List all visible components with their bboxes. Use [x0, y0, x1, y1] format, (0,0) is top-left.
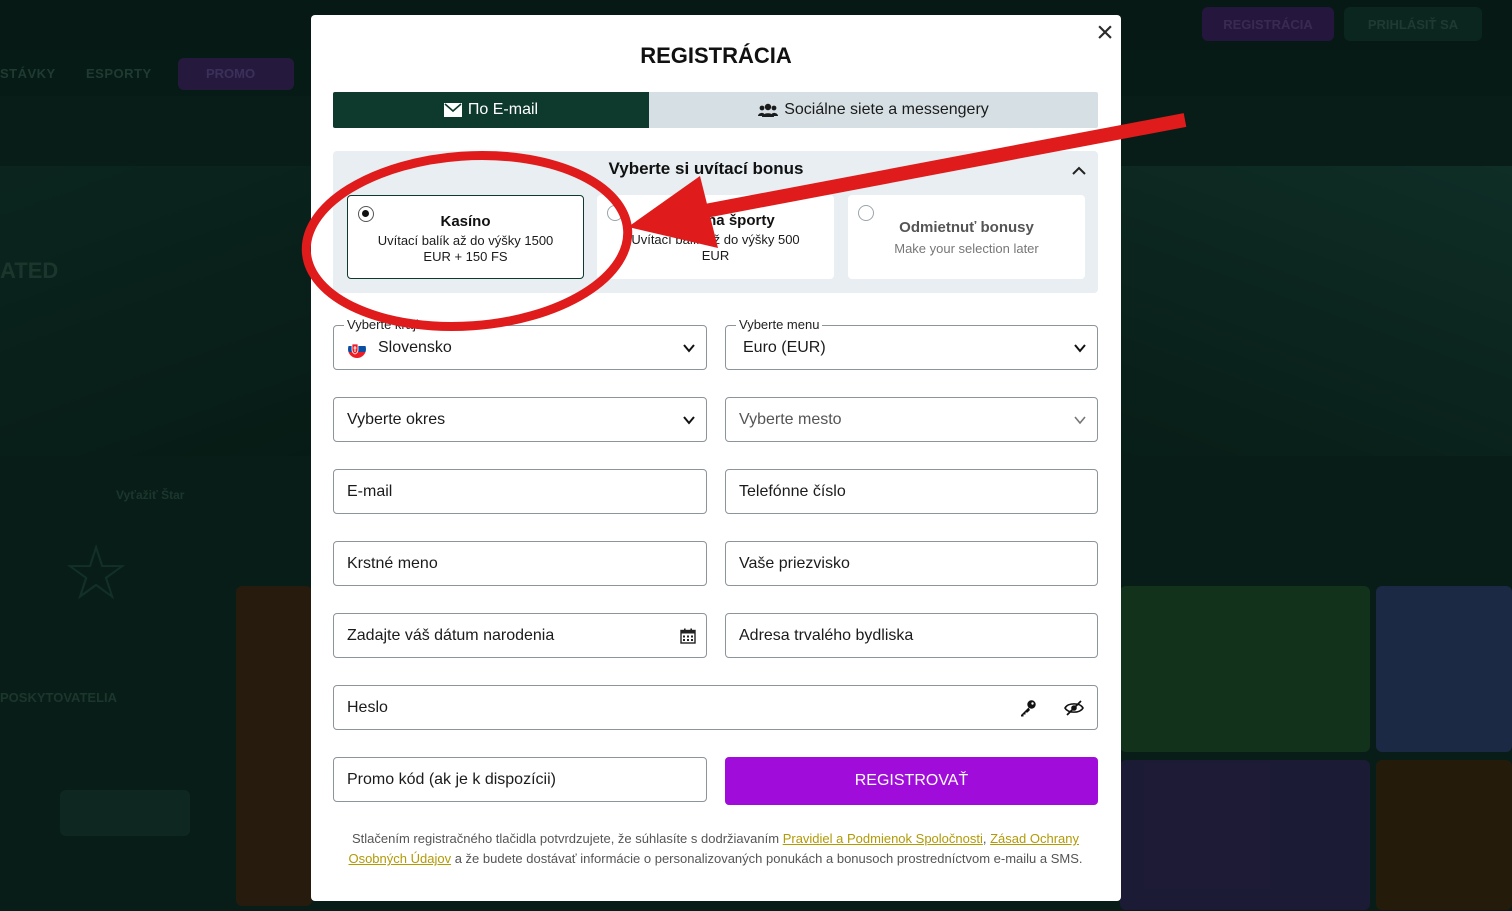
key-icon[interactable] — [1019, 699, 1037, 717]
last-name-placeholder: Vaše priezvisko — [739, 555, 850, 572]
envelope-icon — [443, 103, 462, 117]
registration-modal: × REGISTRÁCIA По E-mail Sociálne siete a… — [311, 15, 1121, 901]
bonus-option-casino[interactable]: Kasíno Uvítací balík až do výšky 1500 EU… — [347, 195, 584, 279]
terms-suffix: a že budete dostávať informácie o person… — [454, 851, 1083, 866]
bonus-option-desc-1: Make your selection later — [894, 241, 1039, 256]
bonus-option-title: Odmietnuť bonusy — [899, 219, 1034, 236]
bonus-option-desc-1: Uvítací balík až do výšky 1500 — [377, 233, 554, 248]
users-icon — [758, 103, 779, 117]
country-value: Slovensko — [378, 339, 452, 356]
terms-text: Stlačením registračného tlačidla potvrdz… — [333, 829, 1098, 869]
chevron-down-icon — [683, 416, 695, 425]
password-field[interactable]: Heslo — [333, 685, 1098, 730]
tab-social[interactable]: Sociálne siete a messengery — [649, 92, 1098, 128]
bonus-option-title: Bonus na športy — [656, 212, 775, 229]
bonus-selector: Vyberte si uvítací bonus Kasíno Uvítací … — [333, 151, 1098, 293]
country-select[interactable]: Vyberte krajinu Slovensko — [333, 317, 707, 370]
chevron-down-icon — [1074, 344, 1086, 353]
phone-field[interactable]: Telefónne číslo — [725, 469, 1098, 514]
currency-value: Euro (EUR) — [743, 339, 826, 356]
password-placeholder: Heslo — [347, 699, 388, 716]
first-name-field[interactable]: Krstné meno — [333, 541, 707, 586]
country-label: Vyberte krajinu — [344, 317, 437, 333]
email-field[interactable]: E-mail — [333, 469, 707, 514]
bonus-option-title: Kasíno — [440, 213, 491, 230]
last-name-field[interactable]: Vaše priezvisko — [725, 541, 1098, 586]
register-submit-button[interactable]: REGISTROVAŤ — [725, 757, 1098, 805]
currency-label: Vyberte menu — [736, 317, 823, 333]
address-field[interactable]: Adresa trvalého bydliska — [725, 613, 1098, 658]
city-placeholder: Vyberte mesto — [739, 411, 842, 428]
bonus-option-decline[interactable]: Odmietnuť bonusy Make your selection lat… — [848, 195, 1085, 279]
tab-email-label: По E-mail — [467, 101, 539, 118]
chevron-down-icon — [683, 344, 695, 353]
modal-title: REGISTRÁCIA — [640, 43, 792, 68]
bonus-option-desc-2: EUR — [701, 248, 730, 263]
phone-placeholder: Telefónne číslo — [739, 483, 846, 500]
eye-slash-icon[interactable] — [1064, 699, 1084, 717]
bonus-option-desc-2: EUR + 150 FS — [423, 249, 508, 264]
chevron-up-icon[interactable] — [1069, 161, 1089, 181]
district-placeholder: Vyberte okres — [347, 411, 446, 428]
terms-comma: , — [982, 831, 987, 846]
promo-placeholder: Promo kód (ak je k dispozícii) — [347, 771, 556, 788]
bonus-option-desc-1: Uvítací balík až do výšky 500 — [631, 232, 800, 247]
terms-link-rules[interactable]: Pravidiel a Podmienok Spoločnosti — [783, 831, 983, 846]
promo-code-field[interactable]: Promo kód (ak je k dispozícii) — [333, 757, 707, 802]
slovakia-flag-icon — [348, 340, 366, 358]
tab-social-label: Sociálne siete a messengery — [784, 101, 989, 118]
tab-email[interactable]: По E-mail — [333, 92, 649, 128]
chevron-down-icon — [1074, 416, 1086, 425]
bonus-title: Vyberte si uvítací bonus — [608, 159, 804, 178]
registration-tabs: По E-mail Sociálne siete a messengery — [333, 92, 1098, 128]
calendar-icon[interactable] — [680, 628, 696, 644]
address-placeholder: Adresa trvalého bydliska — [739, 627, 914, 644]
city-select[interactable]: Vyberte mesto — [725, 397, 1098, 442]
first-name-placeholder: Krstné meno — [347, 555, 438, 572]
birthdate-field[interactable]: Zadajte váš dátum narodenia — [333, 613, 707, 658]
email-placeholder: E-mail — [347, 483, 393, 500]
district-select[interactable]: Vyberte okres — [333, 397, 707, 442]
birthdate-placeholder: Zadajte váš dátum narodenia — [347, 627, 555, 644]
bonus-option-sports[interactable]: Bonus na športy Uvítací balík až do výšk… — [597, 195, 834, 279]
terms-prefix: Stlačením registračného tlačidla potvrdz… — [352, 831, 780, 846]
currency-select[interactable]: Vyberte menu Euro (EUR) — [725, 317, 1098, 370]
